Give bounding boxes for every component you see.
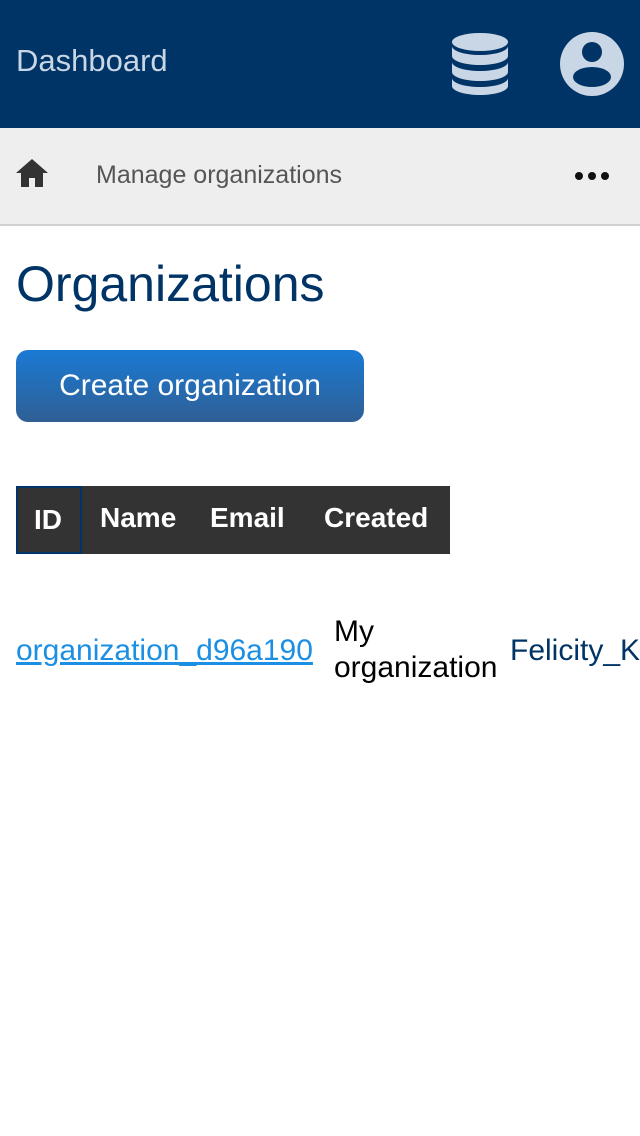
column-header-name[interactable]: Name — [82, 486, 194, 554]
database-icon[interactable] — [448, 30, 512, 98]
table-header: ID Name Email Created — [16, 486, 450, 554]
column-header-id[interactable]: ID — [16, 486, 82, 554]
home-icon[interactable] — [14, 156, 50, 190]
organization-name-cell: My organization — [334, 615, 498, 684]
create-organization-button[interactable]: Create organization — [16, 350, 364, 422]
account-circle-icon[interactable] — [558, 30, 626, 98]
column-header-created[interactable]: Created — [306, 486, 450, 554]
column-header-email[interactable]: Email — [194, 486, 306, 554]
organization-id-link[interactable]: organization_d96a190 — [16, 632, 313, 670]
breadcrumb-bar: Manage organizations — [0, 128, 640, 226]
top-app-bar: Dashboard — [0, 0, 640, 128]
breadcrumb-label: Manage organizations — [96, 161, 342, 189]
page-title: Organizations — [16, 256, 325, 312]
organization-email-cell: Felicity_K — [510, 634, 640, 667]
more-horizontal-icon[interactable] — [574, 166, 610, 186]
app-title[interactable]: Dashboard — [16, 42, 168, 80]
